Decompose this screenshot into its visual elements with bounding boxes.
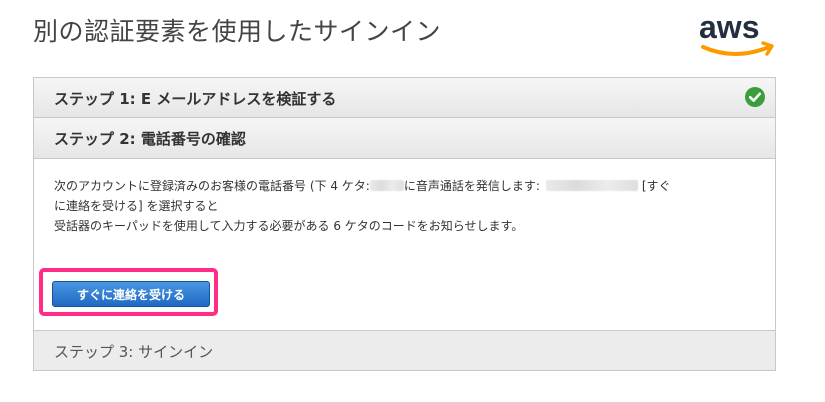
description-line-3: 受話器のキーパッドを使用して入力する必要がある 6 ケタのコードをお知らせします… xyxy=(54,219,524,233)
description-prefix: 次のアカウントに登録済みのお客様の電話番号 (下 4 ケタ: xyxy=(54,179,370,193)
description-line-2: に連絡を受ける] を選択すると xyxy=(54,199,219,213)
step-2-label: ステップ 2: 電話番号の確認 xyxy=(54,130,246,148)
aws-logo: aws xyxy=(695,6,785,62)
step-3-label: ステップ 3: サインイン xyxy=(54,343,214,361)
check-circle-icon xyxy=(745,87,765,107)
step-3-header: ステップ 3: サインイン xyxy=(34,330,775,370)
description-suffix: [すぐ xyxy=(641,179,671,193)
step-2-header: ステップ 2: 電話番号の確認 xyxy=(34,118,775,159)
step-1-label: ステップ 1: E メールアドレスを検証する xyxy=(54,90,337,108)
description-middle: に音声通話を発信します: xyxy=(403,179,540,193)
step-2-description: 次のアカウントに登録済みのお客様の電話番号 (下 4 ケタ: に音声通話を発信しま… xyxy=(54,176,764,236)
description-line-1: 次のアカウントに登録済みのお客様の電話番号 (下 4 ケタ: に音声通話を発信しま… xyxy=(54,176,764,196)
aws-logo-text: aws xyxy=(699,9,759,45)
redacted-phone-digits xyxy=(369,180,404,191)
redacted-account xyxy=(545,180,638,191)
call-me-now-button[interactable]: すぐに連絡を受ける xyxy=(52,281,210,307)
step-1-header[interactable]: ステップ 1: E メールアドレスを検証する xyxy=(34,78,775,118)
aws-smile-icon xyxy=(701,45,771,56)
sign-in-steps-panel: ステップ 1: E メールアドレスを検証する ステップ 2: 電話番号の確認 次… xyxy=(33,77,776,371)
page-title: 別の認証要素を使用したサインイン xyxy=(33,17,442,46)
